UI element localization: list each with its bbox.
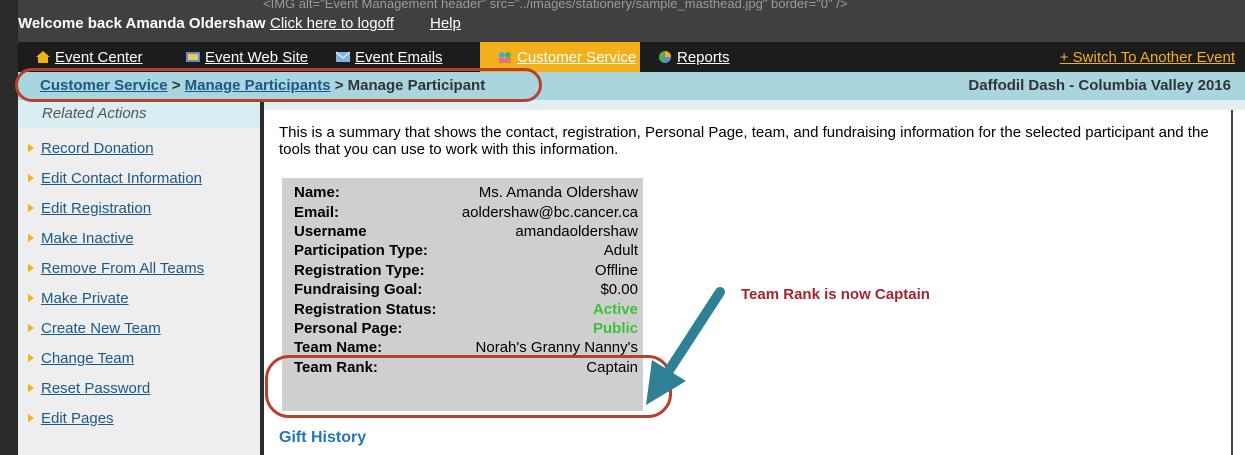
annotation-arrow-icon	[646, 287, 725, 405]
app-window: <IMG alt="Event Management header" src="…	[0, 0, 1245, 455]
